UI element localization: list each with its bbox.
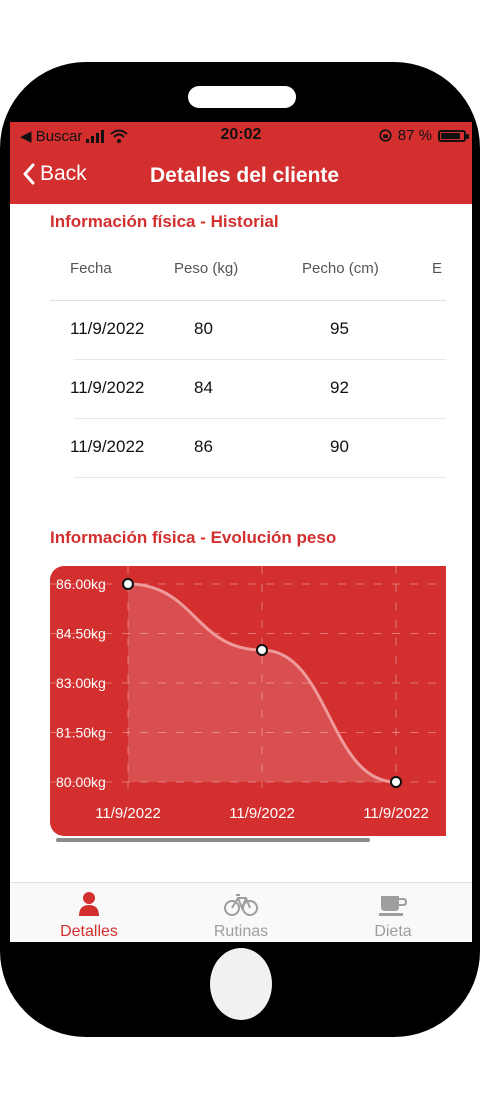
data-point <box>122 578 134 590</box>
back-label: Back <box>40 162 87 185</box>
weight-chart-viewport[interactable]: 86.00kg 84.50kg 83.00kg 81.50kg 80.00kg 11/9/… <box>50 566 446 836</box>
tab-dieta[interactable]: Dieta <box>338 891 448 941</box>
cell-fecha: 11/9/2022 <box>70 437 145 456</box>
back-button[interactable]: Back <box>22 162 87 186</box>
cell-pecho: 92 <box>330 378 349 397</box>
col-header-fecha: Fecha <box>70 260 112 277</box>
series-area <box>128 584 396 782</box>
tab-bar: Detalles Rutinas Dieta <box>10 882 472 942</box>
battery-fill <box>441 132 460 139</box>
y-tick-label: 83.00kg <box>56 675 106 691</box>
weight-chart-svg: 86.00kg 84.50kg 83.00kg 81.50kg 80.00kg 11/9/… <box>50 566 446 822</box>
page-title: Detalles del cliente <box>150 164 340 187</box>
bicycle-icon <box>224 894 258 916</box>
weight-chart: 86.00kg 84.50kg 83.00kg 81.50kg 80.00kg 11/9/… <box>50 566 446 836</box>
phone-speaker <box>188 86 296 108</box>
navigation-bar: Back Detalles del cliente <box>10 148 472 204</box>
status-bar: ◀ Buscar 20:02 87 % <box>10 122 472 148</box>
evolution-section-title: Información física - Evolución peso <box>50 528 337 547</box>
col-header-next: E <box>432 260 443 277</box>
cell-fecha: 11/9/2022 <box>70 378 145 397</box>
cell-pecho: 95 <box>330 319 349 338</box>
tab-label: Detalles <box>60 923 118 940</box>
table-row: 11/9/2022 84 92 <box>70 360 446 419</box>
home-button[interactable] <box>210 948 272 1020</box>
coffee-icon <box>379 896 408 916</box>
tab-rutinas[interactable]: Rutinas <box>186 891 296 941</box>
orientation-lock-icon <box>379 129 392 142</box>
cell-peso: 80 <box>194 319 213 338</box>
x-tick-label: 11/9/2022 <box>363 805 429 822</box>
x-tick-label: 11/9/2022 <box>95 805 161 822</box>
tab-label: Dieta <box>374 923 412 940</box>
chart-horizontal-scrollbar[interactable] <box>56 838 370 842</box>
history-section-title: Información física - Historial <box>50 212 279 231</box>
cell-fecha: 11/9/2022 <box>70 319 145 338</box>
tab-detalles[interactable]: Detalles <box>34 891 144 941</box>
data-point <box>256 644 268 656</box>
cell-peso: 86 <box>194 437 213 456</box>
battery-percent: 87 % <box>397 127 432 144</box>
status-right: 87 % <box>379 127 469 144</box>
table-row: 11/9/2022 80 95 <box>70 301 446 360</box>
app-screen: ◀ Buscar 20:02 87 % Back Detalles del cl… <box>10 122 472 942</box>
y-tick-label: 84.50kg <box>56 626 106 642</box>
data-point <box>390 776 402 788</box>
cell-pecho: 90 <box>330 437 349 456</box>
x-tick-label: 11/9/2022 <box>229 805 295 822</box>
tab-label: Rutinas <box>213 923 269 940</box>
history-table: Fecha Peso (kg) Pecho (cm) E 11/9/2022 8… <box>50 250 446 478</box>
y-tick-label: 80.00kg <box>56 774 106 790</box>
table-header: Fecha Peso (kg) Pecho (cm) E <box>50 250 446 301</box>
y-tick-label: 86.00kg <box>56 576 106 592</box>
table-row: 11/9/2022 86 90 <box>70 419 446 478</box>
col-header-pecho: Pecho (cm) <box>302 260 379 277</box>
y-tick-label: 81.50kg <box>56 725 106 741</box>
chevron-left-icon <box>23 163 35 185</box>
cell-peso: 84 <box>194 378 213 397</box>
battery-icon <box>438 129 469 142</box>
col-header-peso: Peso (kg) <box>174 260 239 277</box>
user-icon <box>79 892 99 916</box>
